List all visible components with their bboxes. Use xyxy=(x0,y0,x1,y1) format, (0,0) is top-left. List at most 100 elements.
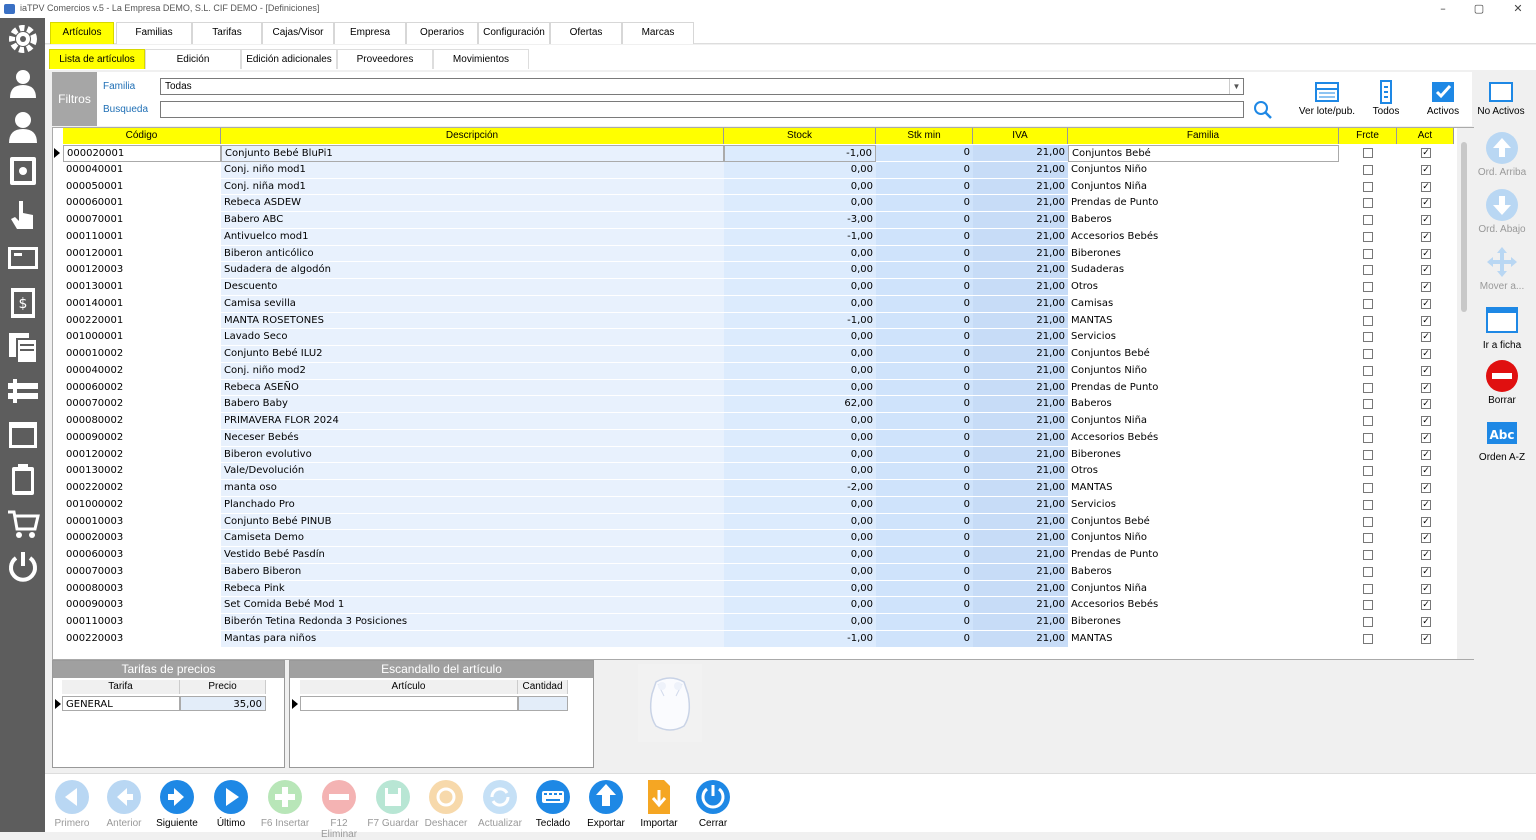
importar-button[interactable]: Importar xyxy=(631,778,687,829)
cell-frcte[interactable] xyxy=(1339,580,1397,598)
cell-descripcion[interactable]: Conjunto Bebé PINUB xyxy=(221,513,724,531)
cell-frcte[interactable] xyxy=(1339,463,1397,481)
cell-stk-min[interactable]: 0 xyxy=(876,530,973,548)
cell-iva[interactable]: 21,00 xyxy=(973,161,1068,179)
todos-button[interactable]: Todos xyxy=(1356,76,1416,122)
cell-stk-min[interactable]: 0 xyxy=(876,463,973,481)
cell-iva[interactable]: 21,00 xyxy=(973,195,1068,213)
act-checkbox[interactable]: ✓ xyxy=(1421,416,1431,426)
act-checkbox[interactable]: ✓ xyxy=(1421,265,1431,276)
table-row[interactable]: 000070003 Babero Biberon 0,00 0 21,00 Baberos… xyxy=(53,563,1473,581)
cell-stk-min[interactable]: 0 xyxy=(876,228,973,246)
cell-codigo[interactable]: 001000001 xyxy=(63,329,221,347)
table-row[interactable]: 000070002 Babero Baby 62,00 0 21,00 Baberos ✓ xyxy=(53,396,1473,414)
cell-iva[interactable]: 21,00 xyxy=(973,228,1068,246)
col-descripcion[interactable]: Descripción xyxy=(221,128,724,144)
col-iva[interactable]: IVA xyxy=(973,128,1068,144)
cell-descripcion[interactable]: Vestido Bebé Pasdín xyxy=(221,547,724,564)
cell-stk-min[interactable]: 0 xyxy=(876,413,973,430)
cell-stock[interactable]: 0,00 xyxy=(724,346,876,363)
cell-descripcion[interactable]: Conjunto Bebé ILU2 xyxy=(221,346,724,363)
cell-stk-min[interactable]: 0 xyxy=(876,362,973,380)
cell-familia[interactable]: Conjuntos Niña xyxy=(1068,580,1339,598)
cell-codigo[interactable]: 000050001 xyxy=(63,178,221,196)
cell-frcte[interactable] xyxy=(1339,362,1397,380)
cell-codigo[interactable]: 000080002 xyxy=(63,413,221,430)
cell-stk-min[interactable]: 0 xyxy=(876,161,973,179)
frcte-checkbox[interactable] xyxy=(1363,432,1373,443)
precio-column-header[interactable]: Precio xyxy=(180,680,266,694)
cell-iva[interactable]: 21,00 xyxy=(973,145,1068,162)
primero-button[interactable]: Primero xyxy=(44,778,100,829)
ir-ficha-button[interactable]: Ir a ficha xyxy=(1475,304,1529,351)
cell-codigo[interactable]: 000220002 xyxy=(63,480,221,497)
cell-familia[interactable]: Biberones xyxy=(1068,446,1339,464)
cell-act[interactable]: ✓ xyxy=(1397,279,1454,296)
tab-cajas-visor[interactable]: Cajas/Visor xyxy=(262,22,334,44)
tab-edicion-adicionales[interactable]: Edición adicionales xyxy=(241,49,337,69)
cell-codigo[interactable]: 000070003 xyxy=(63,563,221,581)
cell-codigo[interactable]: 000110003 xyxy=(63,614,221,631)
cell-codigo[interactable]: 000090003 xyxy=(63,597,221,615)
cell-stock[interactable]: -1,00 xyxy=(724,145,876,162)
cell-familia[interactable]: Conjuntos Niña xyxy=(1068,413,1339,430)
cell-familia[interactable]: Prendas de Punto xyxy=(1068,379,1339,397)
cell-stk-min[interactable]: 0 xyxy=(876,312,973,330)
cell-frcte[interactable] xyxy=(1339,446,1397,464)
frcte-checkbox[interactable] xyxy=(1363,633,1373,644)
monitor-icon[interactable] xyxy=(0,238,45,280)
frcte-checkbox[interactable] xyxy=(1363,198,1373,209)
cell-codigo[interactable]: 000020001 xyxy=(63,145,221,162)
cell-iva[interactable]: 21,00 xyxy=(973,329,1068,347)
table-row[interactable]: 000090002 Neceser Bebés 0,00 0 21,00 Accesori… xyxy=(53,429,1473,447)
cell-descripcion[interactable]: manta oso xyxy=(221,480,724,497)
cell-stock[interactable]: 0,00 xyxy=(724,580,876,598)
cell-act[interactable]: ✓ xyxy=(1397,161,1454,179)
cell-stock[interactable]: 0,00 xyxy=(724,262,876,280)
cell-codigo[interactable]: 000220003 xyxy=(63,630,221,648)
cell-iva[interactable]: 21,00 xyxy=(973,597,1068,615)
cell-iva[interactable]: 21,00 xyxy=(973,396,1068,414)
cell-codigo[interactable]: 000120003 xyxy=(63,262,221,280)
table-row[interactable]: 000120002 Biberon evolutivo 0,00 0 21,00 Bibe… xyxy=(53,446,1473,464)
cell-frcte[interactable] xyxy=(1339,597,1397,615)
tab-familias[interactable]: Familias xyxy=(116,22,192,44)
eliminar-button[interactable]: F12 Eliminar xyxy=(311,778,367,840)
clipboard-icon[interactable] xyxy=(0,458,45,500)
cell-iva[interactable]: 21,00 xyxy=(973,178,1068,196)
cell-familia[interactable]: Accesorios Bebés xyxy=(1068,597,1339,615)
cell-descripcion[interactable]: Descuento xyxy=(221,279,724,296)
cell-codigo[interactable]: 000120002 xyxy=(63,446,221,464)
cell-stock[interactable]: 0,00 xyxy=(724,413,876,430)
cantidad-cell[interactable] xyxy=(518,696,568,711)
cell-frcte[interactable] xyxy=(1339,563,1397,581)
mover-button[interactable]: Mover a... xyxy=(1475,245,1529,292)
tab-movimientos[interactable]: Movimientos xyxy=(433,49,529,69)
table-row[interactable]: 000220002 manta oso -2,00 0 21,00 MANTAS ✓ xyxy=(53,480,1473,497)
cell-stk-min[interactable]: 0 xyxy=(876,614,973,631)
cell-act[interactable]: ✓ xyxy=(1397,295,1454,313)
cell-act[interactable]: ✓ xyxy=(1397,329,1454,347)
cell-descripcion[interactable]: Lavado Seco xyxy=(221,329,724,347)
cell-stk-min[interactable]: 0 xyxy=(876,547,973,564)
cell-stock[interactable]: -3,00 xyxy=(724,212,876,229)
cell-codigo[interactable]: 000060003 xyxy=(63,547,221,564)
grid-scrollbar[interactable] xyxy=(1457,128,1474,659)
tab-configuracion[interactable]: Configuración xyxy=(478,22,550,44)
table-row[interactable]: 000080002 PRIMAVERA FLOR 2024 0,00 0 21,00 Co… xyxy=(53,413,1473,430)
cell-stock[interactable]: -1,00 xyxy=(724,228,876,246)
cell-iva[interactable]: 21,00 xyxy=(973,530,1068,548)
cell-familia[interactable]: Prendas de Punto xyxy=(1068,547,1339,564)
cell-familia[interactable]: Camisas xyxy=(1068,295,1339,313)
cell-stk-min[interactable]: 0 xyxy=(876,212,973,229)
cell-frcte[interactable] xyxy=(1339,295,1397,313)
cell-codigo[interactable]: 000040001 xyxy=(63,161,221,179)
cell-iva[interactable]: 21,00 xyxy=(973,279,1068,296)
frcte-checkbox[interactable] xyxy=(1363,181,1373,192)
cell-frcte[interactable] xyxy=(1339,279,1397,296)
cell-stock[interactable]: 0,00 xyxy=(724,563,876,581)
act-checkbox[interactable]: ✓ xyxy=(1421,164,1431,175)
cell-stock[interactable]: 0,00 xyxy=(724,195,876,213)
cell-iva[interactable]: 21,00 xyxy=(973,614,1068,631)
cell-stk-min[interactable]: 0 xyxy=(876,178,973,196)
